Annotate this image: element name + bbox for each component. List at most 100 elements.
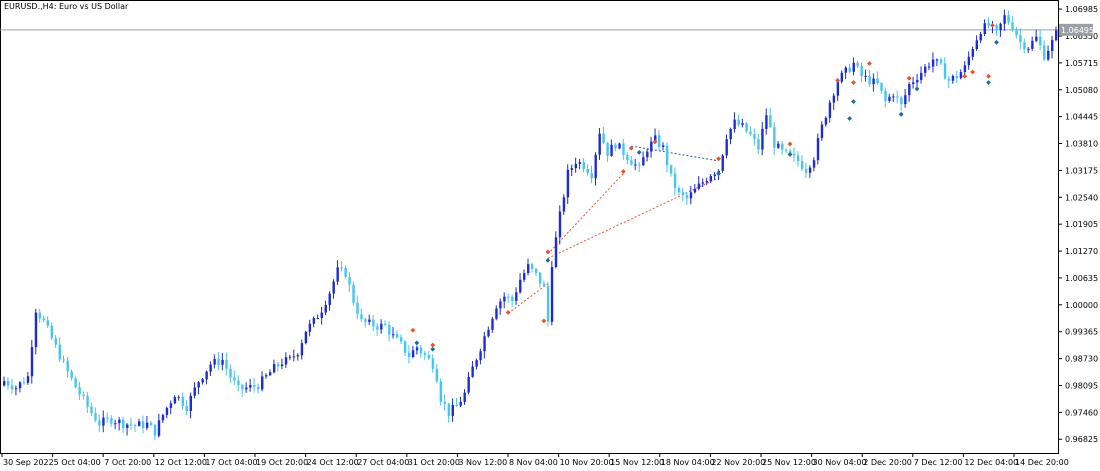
candle-body: [292, 356, 296, 358]
candle-body: [384, 323, 387, 325]
candle-body: [916, 79, 919, 83]
candle-body: [935, 59, 939, 61]
candle-body: [1011, 22, 1014, 30]
candle-body: [721, 155, 724, 171]
candle-body: [249, 385, 252, 388]
candle-body: [479, 351, 482, 361]
time-tick-label: 25 Nov 12:00: [762, 458, 816, 467]
candle-body: [316, 317, 320, 319]
candle-body: [165, 407, 169, 415]
candle: [550, 260, 554, 326]
candle-body: [1027, 48, 1030, 50]
candle-body: [511, 296, 514, 301]
candle-body: [213, 358, 216, 365]
candle-body: [411, 350, 415, 358]
candle: [304, 330, 308, 345]
candle-body: [729, 129, 732, 140]
price-chart[interactable]: 1.069851.063501.057151.050801.044451.038…: [0, 0, 1100, 471]
time-tick-label: 7 Dec 12:00: [914, 458, 963, 467]
candle-body: [197, 382, 200, 388]
candle-body: [697, 183, 701, 189]
candle-body: [800, 161, 804, 169]
candle: [74, 376, 77, 389]
time-tick-label: 18 Nov 04:00: [661, 458, 715, 467]
candle-body: [737, 119, 740, 125]
candle-body: [447, 403, 451, 416]
candle-body: [796, 155, 800, 162]
candle-body: [415, 347, 419, 351]
candle-body: [705, 181, 709, 183]
candle-body: [130, 424, 133, 426]
price-axis[interactable]: 1.069851.063501.057151.050801.044451.038…: [1058, 5, 1098, 444]
price-tick-label: 1.05080: [1065, 86, 1098, 95]
candle-body: [578, 162, 582, 164]
candle-body: [777, 143, 780, 148]
candle-body: [927, 66, 931, 68]
candle-body: [324, 304, 327, 313]
candle-body: [1055, 30, 1058, 41]
candle-body: [499, 301, 502, 309]
candle-body: [42, 318, 46, 321]
candle-body: [1023, 42, 1026, 50]
candle-body: [423, 353, 427, 355]
candle-body: [241, 384, 244, 390]
candle-body: [253, 385, 256, 387]
candle-body: [507, 296, 510, 298]
candle-body: [971, 49, 975, 57]
time-axis[interactable]: 30 Sep 2022 5 Oct 04:00 7 Oct 20:00 12 Oct …: [1, 453, 1069, 467]
candle-body: [872, 78, 875, 85]
candle-body: [122, 419, 125, 428]
candle-body: [209, 364, 212, 372]
candle-body: [376, 326, 379, 330]
candle-body: [268, 372, 272, 376]
candle-body: [141, 421, 145, 428]
time-tick-label: 5 Oct 04:00: [54, 458, 101, 467]
candle-body: [134, 425, 137, 427]
candle-body: [86, 395, 89, 407]
candle-body: [261, 376, 264, 390]
candle-body: [761, 128, 764, 150]
candle-body: [396, 334, 399, 338]
candle: [721, 154, 724, 173]
candle-body: [233, 377, 236, 381]
candle-body: [114, 423, 117, 425]
candle-body: [586, 168, 589, 174]
candle-body: [832, 95, 836, 103]
candle-body: [808, 167, 812, 173]
candle-body: [781, 143, 784, 150]
price-tick-label: 1.01270: [1065, 247, 1098, 256]
candle-body: [812, 160, 816, 168]
price-tick-label: 1.04445: [1065, 113, 1098, 122]
candle-body: [14, 388, 18, 390]
candle-body: [276, 364, 280, 367]
candle-body: [451, 404, 454, 416]
time-tick-label: 30 Nov 04:00: [813, 458, 867, 467]
candle-body: [908, 84, 911, 96]
candle-body: [304, 331, 308, 344]
candle-body: [22, 382, 26, 384]
candle: [618, 142, 621, 150]
candle-body: [173, 397, 177, 404]
candle-body: [931, 59, 935, 67]
candle-body: [153, 424, 157, 436]
candle-body: [630, 160, 633, 165]
candle-body: [364, 319, 367, 323]
candle-body: [320, 312, 323, 318]
candle-body: [1007, 15, 1010, 23]
candle-body: [562, 197, 566, 212]
candle-body: [530, 264, 534, 269]
candle-body: [999, 23, 1002, 30]
candle-body: [459, 401, 462, 406]
candle-body: [959, 72, 963, 79]
candle-body: [407, 352, 411, 358]
candle-body: [169, 403, 173, 408]
chart-window[interactable]: 1.06985 1.06350 1.05715 1.05080 1.04445 1.038…: [0, 0, 1100, 471]
candle-body: [523, 273, 526, 280]
candle-body: [900, 97, 903, 105]
candle-body: [542, 283, 546, 286]
candle-body: [296, 355, 300, 357]
candle-body: [352, 284, 355, 303]
candle-body: [193, 387, 196, 396]
time-tick-label: 15 Nov 12:00: [610, 458, 664, 467]
candle-body: [3, 381, 6, 386]
